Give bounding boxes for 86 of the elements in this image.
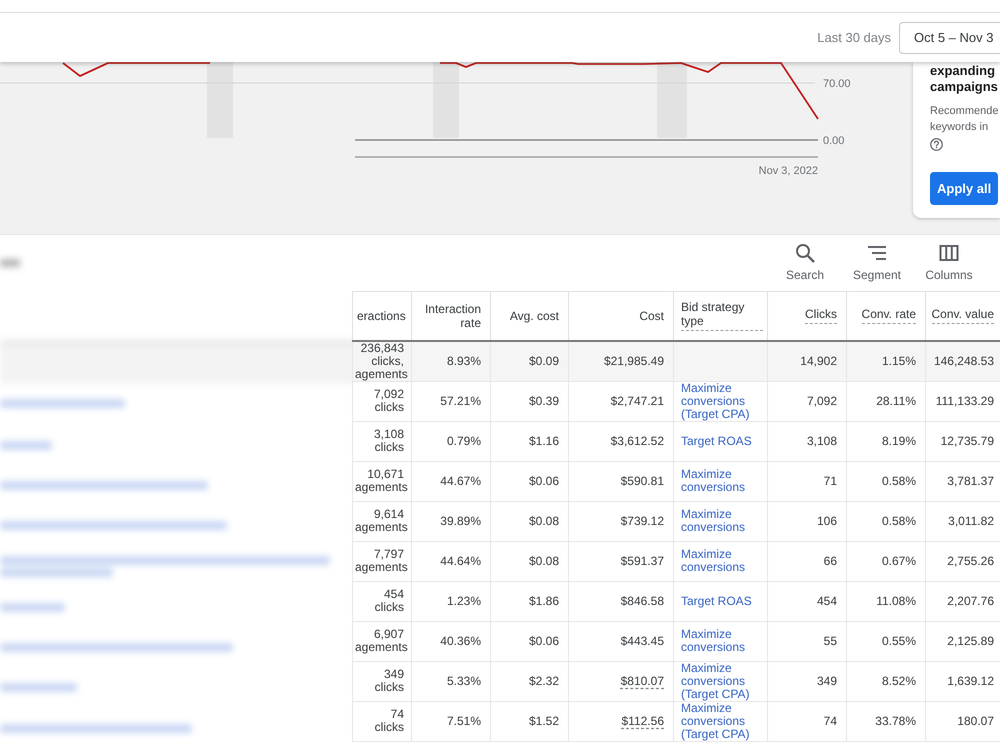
table-cell: 7.51%: [412, 701, 490, 741]
table-cell: 3,108: [768, 421, 846, 461]
table-cell: 454 clicks: [352, 581, 412, 621]
table-cell: 146,248.53: [926, 340, 1000, 381]
table-cell: 0.58%: [846, 501, 926, 541]
table-cell: 0.58%: [846, 461, 926, 501]
table-cell: 3,011.82: [926, 501, 1000, 541]
table-cell: $1.52: [490, 701, 568, 741]
table-cell: 180.07: [926, 701, 1000, 741]
table-cell: 111,133.29: [926, 381, 1000, 421]
table-cell: 2,207.76: [926, 581, 1000, 621]
table-cell: 6,907 agements: [352, 621, 412, 661]
table-cell: 57.21%: [412, 381, 490, 421]
period-label: Last 30 days: [817, 30, 891, 45]
table-cell: 0.67%: [846, 541, 926, 581]
table-cell: 7,092: [768, 381, 846, 421]
table-cell: 349: [768, 661, 846, 701]
table-cell: 2,125.89: [926, 621, 1000, 661]
table-cell: 74: [768, 701, 846, 741]
table-cell: 0.55%: [846, 621, 926, 661]
table-cell: 40.36%: [412, 621, 490, 661]
columns-icon: [939, 243, 959, 263]
table-cell: 2,755.26: [926, 541, 1000, 581]
table-cell: $0.09: [490, 340, 568, 381]
apply-all-button[interactable]: Apply all: [930, 172, 998, 205]
card-title: expanding campaigns: [930, 63, 998, 95]
table-cell: 7,797 agements: [352, 541, 412, 581]
table-cell: 66: [768, 541, 846, 581]
segment-button[interactable]: Segment: [845, 235, 909, 282]
help-icon: [930, 138, 943, 151]
table-cell: $21,985.49: [568, 340, 674, 381]
table-cell: 44.64%: [412, 541, 490, 581]
table-cell: 39.89%: [412, 501, 490, 541]
axis-label: 70.00: [823, 78, 851, 90]
date-range-button[interactable]: Oct 5 – Nov 3: [899, 22, 1000, 54]
table-cell: $112.56: [568, 701, 674, 741]
column-header[interactable]: eractions: [352, 292, 412, 340]
table-cell: 10,671 agements: [352, 461, 412, 501]
table-cell: 1,639.12: [926, 661, 1000, 701]
axis-label: Nov 3, 2022: [758, 165, 818, 177]
table-cell: 8.19%: [846, 421, 926, 461]
table-cell: $0.08: [490, 501, 568, 541]
axis-label: 0.00: [823, 135, 844, 147]
table-cell: 1.15%: [846, 340, 926, 381]
search-icon: [795, 243, 815, 263]
lines-icon: [867, 243, 887, 263]
table-cell: $1.86: [490, 581, 568, 621]
table-cell: 55: [768, 621, 846, 661]
search-button[interactable]: Search: [773, 235, 837, 282]
table-cell: 28.11%: [846, 381, 926, 421]
table-cell: 71: [768, 461, 846, 501]
table-cell: $0.39: [490, 381, 568, 421]
table-cell: 33.78%: [846, 701, 926, 741]
table-cell: 9,614 agements: [352, 501, 412, 541]
table-cell: $0.08: [490, 541, 568, 581]
table-cell: $810.07: [568, 661, 674, 701]
table-cell: 3,781.37: [926, 461, 1000, 501]
table-cell: 236,843 clicks, agements: [352, 340, 412, 381]
table-cell: $443.45: [568, 621, 674, 661]
table-cell: $2,747.21: [568, 381, 674, 421]
table-cell: 1.23%: [412, 581, 490, 621]
table-cell: $739.12: [568, 501, 674, 541]
card-description: Recommende keywords in: [930, 104, 998, 135]
columns-button[interactable]: Columns: [917, 235, 981, 282]
table-cell: $1.16: [490, 421, 568, 461]
table-cell: 8.52%: [846, 661, 926, 701]
table-cell: $846.58: [568, 581, 674, 621]
table-cell: $591.37: [568, 541, 674, 581]
table-cell: 8.93%: [412, 340, 490, 381]
table-cell: 14,902: [768, 340, 846, 381]
table-cell: 349 clicks: [352, 661, 412, 701]
table-cell: 44.67%: [412, 461, 490, 501]
table-cell: $3,612.52: [568, 421, 674, 461]
table-cell: $0.06: [490, 621, 568, 661]
table-cell: 12,735.79: [926, 421, 1000, 461]
table-cell: $590.81: [568, 461, 674, 501]
table-cell: 106: [768, 501, 846, 541]
table-cell: 5.33%: [412, 661, 490, 701]
table-cell: $2.32: [490, 661, 568, 701]
table-cell: 3,108 clicks: [352, 421, 412, 461]
table-cell: 454: [768, 581, 846, 621]
table-cell: 11.08%: [846, 581, 926, 621]
table-cell: 0.79%: [412, 421, 490, 461]
table-cell: $0.06: [490, 461, 568, 501]
table-cell: 7,092 clicks: [352, 381, 412, 421]
table-cell: 74 clicks: [352, 701, 412, 741]
